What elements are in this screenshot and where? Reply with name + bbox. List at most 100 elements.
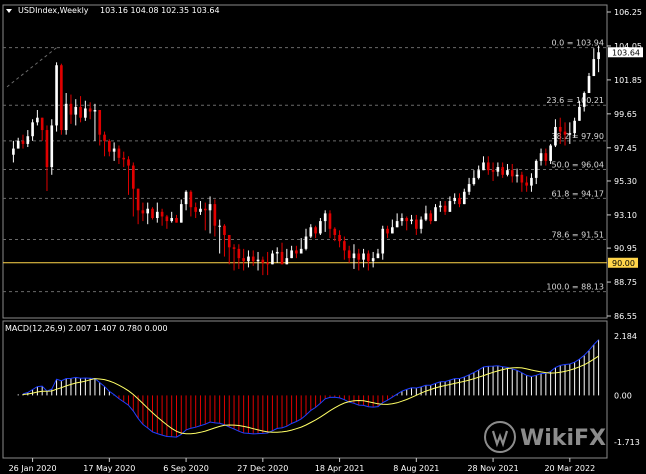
candle-body xyxy=(434,207,437,222)
candle-body xyxy=(98,109,102,135)
fib-level-label: 78.6 = 91.51 xyxy=(551,230,604,239)
candle-body xyxy=(558,126,562,132)
candle-body xyxy=(443,205,447,212)
price-tick-label: 86.55 xyxy=(614,312,637,321)
candle-body xyxy=(271,253,274,265)
time-tick-label: 17 May 2020 xyxy=(83,464,135,473)
candle-body xyxy=(386,228,389,234)
candle-body xyxy=(170,218,174,222)
symbol-label: USDIndex,Weekly xyxy=(18,6,89,15)
time-tick-label: 28 Nov 2021 xyxy=(467,464,518,473)
candle-body xyxy=(93,109,97,112)
candle-body xyxy=(21,140,25,144)
candle-body xyxy=(31,122,34,137)
candle-body xyxy=(251,256,255,262)
candle-body xyxy=(146,208,150,214)
candle-body xyxy=(50,125,54,168)
candle-body xyxy=(266,262,269,265)
time-tick-label: 27 Dec 2020 xyxy=(237,464,288,473)
candle-body xyxy=(429,213,433,222)
candle-body xyxy=(367,253,370,262)
candle-body xyxy=(352,253,356,259)
fib-level-label: 61.8 = 94.17 xyxy=(551,189,604,198)
candle-body xyxy=(275,251,279,254)
candle-body xyxy=(539,153,543,161)
candle-body xyxy=(347,250,351,259)
candle-body xyxy=(453,197,457,202)
candle-body xyxy=(534,160,538,178)
candle-body xyxy=(486,162,490,171)
fib-level-label: 38.2 = 97.90 xyxy=(551,132,604,141)
price-tick-label: 101.85 xyxy=(614,76,642,85)
candle-body xyxy=(309,227,313,237)
candle-body xyxy=(395,221,399,228)
candle-body xyxy=(530,177,533,186)
candle-body xyxy=(175,218,178,223)
candle-body xyxy=(103,134,106,141)
candle-body xyxy=(60,65,63,131)
current-price-label: 103.64 xyxy=(612,48,640,57)
candle-body xyxy=(131,165,135,189)
candle-body xyxy=(328,213,332,229)
candle-body xyxy=(491,170,495,172)
price-tick-label: 88.75 xyxy=(614,278,637,287)
candle-body xyxy=(467,184,471,192)
candle-body xyxy=(290,250,293,259)
candle-body xyxy=(496,167,500,172)
candle-body xyxy=(112,148,116,152)
candle-body xyxy=(117,148,121,158)
candle-body xyxy=(84,108,87,118)
candle-body xyxy=(256,259,260,262)
fib-level-label: 100.0 = 88.13 xyxy=(546,283,604,292)
candle-body xyxy=(179,204,183,223)
candle-body xyxy=(520,174,524,183)
candle-body xyxy=(400,218,404,222)
candle-body xyxy=(223,225,226,235)
price-tick-label: 93.10 xyxy=(614,211,637,220)
candle-body xyxy=(343,241,346,251)
trading-chart[interactable]: 0.0 = 103.94 23.6 = 100.21 38.2 = 97.90 50.… xyxy=(0,0,646,474)
candle-body xyxy=(45,130,49,168)
candle-body xyxy=(549,145,552,161)
candle-body xyxy=(323,213,327,222)
price-tick-label: 106.25 xyxy=(614,8,642,17)
candle-body xyxy=(184,191,188,205)
candle-body xyxy=(165,216,169,222)
candle-body xyxy=(592,59,596,77)
candle-body xyxy=(410,219,413,222)
candle-body xyxy=(362,253,365,260)
candle-body xyxy=(88,108,92,112)
time-tick-label: 26 Jan 2020 xyxy=(9,464,57,473)
candle-body xyxy=(515,174,519,177)
macd-tick-label: -1.713 xyxy=(614,438,640,447)
candle-body xyxy=(477,170,481,178)
candle-body xyxy=(199,208,202,212)
candle-body xyxy=(40,117,44,131)
macd-label: MACD(12,26,9) 2.007 1.407 0.780 0.000 xyxy=(5,324,168,333)
candle-body xyxy=(16,140,20,149)
price-tick-label: 90.95 xyxy=(614,244,637,253)
time-tick-label: 18 Apr 2021 xyxy=(315,464,364,473)
candle-body xyxy=(448,201,452,212)
candle-body xyxy=(391,227,394,234)
candle-body xyxy=(304,236,308,249)
candle-body xyxy=(227,234,231,248)
price-tick-label: 95.30 xyxy=(614,177,637,186)
candle-body xyxy=(506,170,509,175)
candle-body xyxy=(554,126,557,146)
candle-body xyxy=(213,204,217,226)
chart-background xyxy=(0,0,646,474)
candle-body xyxy=(242,258,245,262)
candle-body xyxy=(160,211,164,217)
candle-body xyxy=(472,177,476,185)
macd-tick-label: 0.00 xyxy=(614,391,632,400)
watermark-text: WikiFX xyxy=(520,426,606,451)
candle-body xyxy=(127,159,130,166)
candle-body xyxy=(141,210,145,214)
candle-body xyxy=(218,225,221,227)
candle-body xyxy=(501,167,504,175)
candle-body xyxy=(55,65,58,126)
candle-body xyxy=(371,258,375,262)
candle-body xyxy=(189,191,193,208)
time-tick-label: 8 Aug 2021 xyxy=(393,464,439,473)
